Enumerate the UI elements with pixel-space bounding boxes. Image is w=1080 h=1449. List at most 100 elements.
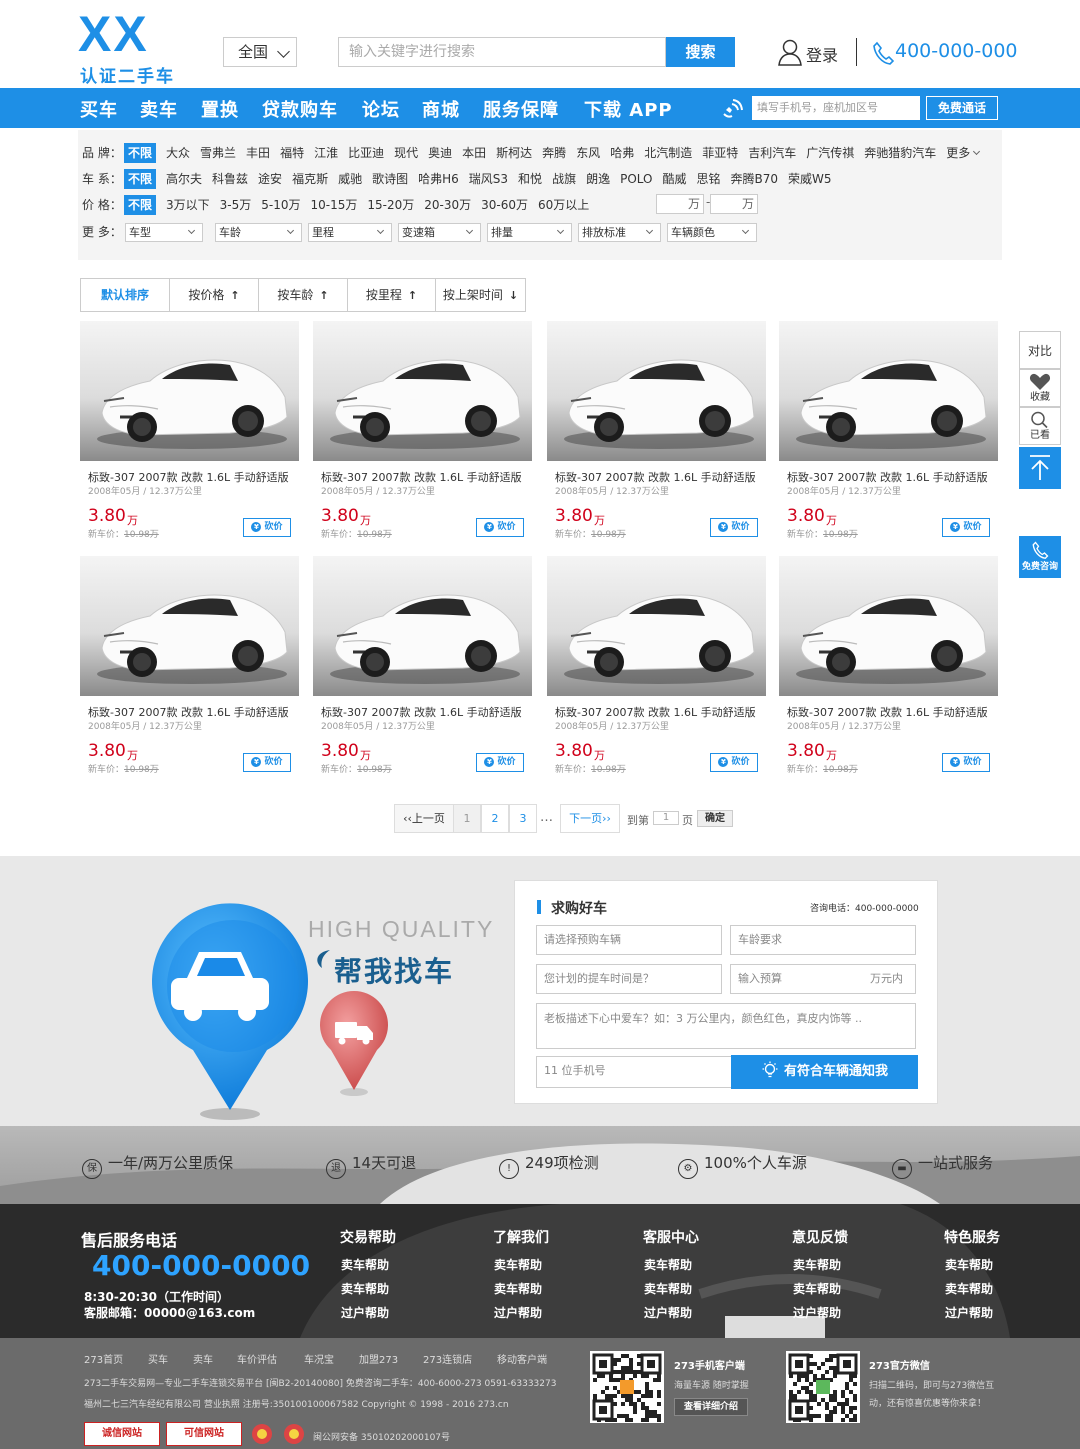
footer-link[interactable]: 卖车帮助 <box>793 1256 841 1273</box>
preferred-car-input[interactable]: 请选择预购车辆 <box>536 925 722 955</box>
footer-link[interactable]: 过户帮助 <box>341 1304 389 1321</box>
car-card[interactable]: 标致-307 2007款 改款 1.6L 手动舒适版 2008年05月 / 12.… <box>547 321 766 540</box>
nav-item-app[interactable]: 下载 APP <box>584 96 673 122</box>
car-title[interactable]: 标致-307 2007款 改款 1.6L 手动舒适版 <box>787 704 988 720</box>
car-card[interactable]: 标致-307 2007款 改款 1.6L 手动舒适版 2008年05月 / 12.… <box>313 321 532 540</box>
car-card[interactable]: 标致-307 2007款 改款 1.6L 手动舒适版 2008年05月 / 12.… <box>313 556 532 775</box>
nav-phone-input[interactable]: 填写手机号，座机加区号 <box>752 96 920 120</box>
car-image[interactable] <box>779 556 998 696</box>
car-title[interactable]: 标致-307 2007款 改款 1.6L 手动舒适版 <box>555 704 756 720</box>
car-title[interactable]: 标致-307 2007款 改款 1.6L 手动舒适版 <box>321 704 522 720</box>
filter-series-option[interactable]: 瑞风S3 <box>469 169 508 189</box>
car-image[interactable] <box>313 321 532 461</box>
footer-link[interactable]: 卖车帮助 <box>341 1256 389 1273</box>
filter-brand-option[interactable]: 丰田 <box>246 143 270 163</box>
bottom-link[interactable]: 卖车 <box>193 1351 213 1366</box>
goto-confirm-button[interactable]: 确定 <box>697 810 733 827</box>
footer-link[interactable]: 卖车帮助 <box>494 1256 542 1273</box>
prev-page-button[interactable]: ‹‹上一页 <box>394 804 454 833</box>
footer-link[interactable]: 卖车帮助 <box>494 1280 542 1297</box>
filter-brand-option[interactable]: 斯柯达 <box>496 143 532 163</box>
filter-series-option[interactable]: 奔腾B70 <box>731 169 779 189</box>
mobile-input[interactable]: 11 位手机号 <box>536 1056 732 1088</box>
footer-link[interactable]: 过户帮助 <box>793 1304 841 1321</box>
nav-item-sell[interactable]: 卖车 <box>140 96 178 122</box>
price-max-input[interactable]: 万 <box>710 194 758 214</box>
filter-price-option[interactable]: 30-60万 <box>481 195 528 215</box>
bottom-link[interactable]: 车况宝 <box>304 1351 334 1366</box>
car-image[interactable] <box>80 321 299 461</box>
back-to-top-button[interactable] <box>1019 447 1061 489</box>
nav-item-mall[interactable]: 商城 <box>422 96 460 122</box>
filter-brand-option[interactable]: 吉利汽车 <box>748 143 796 163</box>
filter-select[interactable]: 车辆颜色 <box>667 223 757 242</box>
sort-option[interactable]: 默认排序 <box>81 279 170 311</box>
car-card[interactable]: 标致-307 2007款 改款 1.6L 手动舒适版 2008年05月 / 12.… <box>779 556 998 775</box>
filter-select[interactable]: 车龄 <box>215 223 302 242</box>
car-title[interactable]: 标致-307 2007款 改款 1.6L 手动舒适版 <box>555 469 756 485</box>
app-details-button[interactable]: 查看详细介绍 <box>674 1398 748 1416</box>
car-title[interactable]: 标致-307 2007款 改款 1.6L 手动舒适版 <box>88 469 289 485</box>
credible-badge[interactable]: 可信网站 <box>166 1422 242 1446</box>
filter-series-option[interactable]: 威驰 <box>338 169 362 189</box>
sort-option[interactable]: 按上架时间 ↓ <box>436 279 525 311</box>
user-icon[interactable] <box>778 38 802 66</box>
filter-price-option[interactable]: 5-10万 <box>261 195 300 215</box>
filter-brand-option[interactable]: 现代 <box>394 143 418 163</box>
bottom-link[interactable]: 移动客户端 <box>497 1351 547 1366</box>
filter-brand-option[interactable]: 哈弗 <box>610 143 634 163</box>
car-image[interactable] <box>547 556 766 696</box>
car-image[interactable] <box>80 556 299 696</box>
filter-select[interactable]: 排量 <box>487 223 572 242</box>
filter-price-option[interactable]: 10-15万 <box>311 195 358 215</box>
bargain-button[interactable]: ¥ 砍价 <box>243 518 291 537</box>
filter-series-option[interactable]: 荣威W5 <box>788 169 832 189</box>
nav-item-loan[interactable]: 贷款购车 <box>262 96 338 122</box>
footer-link[interactable]: 卖车帮助 <box>644 1256 692 1273</box>
filter-price-option[interactable]: 不限 <box>124 195 157 215</box>
region-select[interactable]: 全国 <box>223 37 297 67</box>
header-hotline[interactable]: 400-000-000 <box>895 40 1018 62</box>
filter-brand-option[interactable]: 东风 <box>576 143 600 163</box>
filter-series-option[interactable]: 歌诗图 <box>372 169 408 189</box>
side-compare-button[interactable]: 对比 <box>1019 331 1061 369</box>
filter-series-option[interactable]: 和悦 <box>518 169 542 189</box>
nav-item-forum[interactable]: 论坛 <box>362 96 400 122</box>
car-card[interactable]: 标致-307 2007款 改款 1.6L 手动舒适版 2008年05月 / 12.… <box>80 321 299 540</box>
bottom-link[interactable]: 273首页 <box>84 1351 123 1366</box>
logo-mark[interactable]: XX <box>78 8 149 60</box>
filter-series-option[interactable]: 科鲁兹 <box>212 169 248 189</box>
goto-page-input[interactable]: 1 <box>653 811 679 825</box>
page-2[interactable]: 2 <box>481 804 509 833</box>
pickup-time-input[interactable]: 您计划的提车时间是？ <box>536 964 722 994</box>
bargain-button[interactable]: ¥ 砍价 <box>942 518 990 537</box>
page-1[interactable]: 1 <box>453 804 481 833</box>
side-consult-button[interactable]: 免费咨询 <box>1019 536 1061 578</box>
filter-series-option[interactable]: 高尔夫 <box>166 169 202 189</box>
filter-brand-option[interactable]: 本田 <box>462 143 486 163</box>
bottom-link[interactable]: 273连锁店 <box>423 1351 472 1366</box>
filter-series-option[interactable]: 战旗 <box>552 169 576 189</box>
car-title[interactable]: 标致-307 2007款 改款 1.6L 手动舒适版 <box>88 704 289 720</box>
filter-series-option[interactable]: POLO <box>620 169 652 189</box>
sort-option[interactable]: 按车龄 ↑ <box>259 279 348 311</box>
page-3[interactable]: 3 <box>509 804 537 833</box>
free-call-button[interactable]: 免费通话 <box>926 96 998 120</box>
filter-series-option[interactable]: 朗逸 <box>586 169 610 189</box>
filter-brand-option[interactable]: 不限 <box>124 143 157 163</box>
filter-select[interactable]: 排放标准 <box>578 223 661 242</box>
filter-brand-option[interactable]: 菲亚特 <box>702 143 738 163</box>
nav-item-service[interactable]: 服务保障 <box>483 96 559 122</box>
filter-brand-option[interactable]: 北汽制造 <box>644 143 692 163</box>
filter-brand-option[interactable]: 福特 <box>280 143 304 163</box>
notify-me-button[interactable]: 有符合车辆通知我 <box>731 1055 918 1089</box>
filter-price-option[interactable]: 20-30万 <box>424 195 471 215</box>
filter-select[interactable]: 里程 <box>308 223 392 242</box>
nav-item-trade-in[interactable]: 置换 <box>201 96 239 122</box>
bottom-link[interactable]: 买车 <box>148 1351 168 1366</box>
footer-link[interactable]: 卖车帮助 <box>793 1280 841 1297</box>
search-input[interactable]: 输入关键字进行搜索 <box>338 37 666 67</box>
filter-series-option[interactable]: 酷威 <box>662 169 686 189</box>
footer-link[interactable]: 过户帮助 <box>945 1304 993 1321</box>
car-card[interactable]: 标致-307 2007款 改款 1.6L 手动舒适版 2008年05月 / 12.… <box>80 556 299 775</box>
